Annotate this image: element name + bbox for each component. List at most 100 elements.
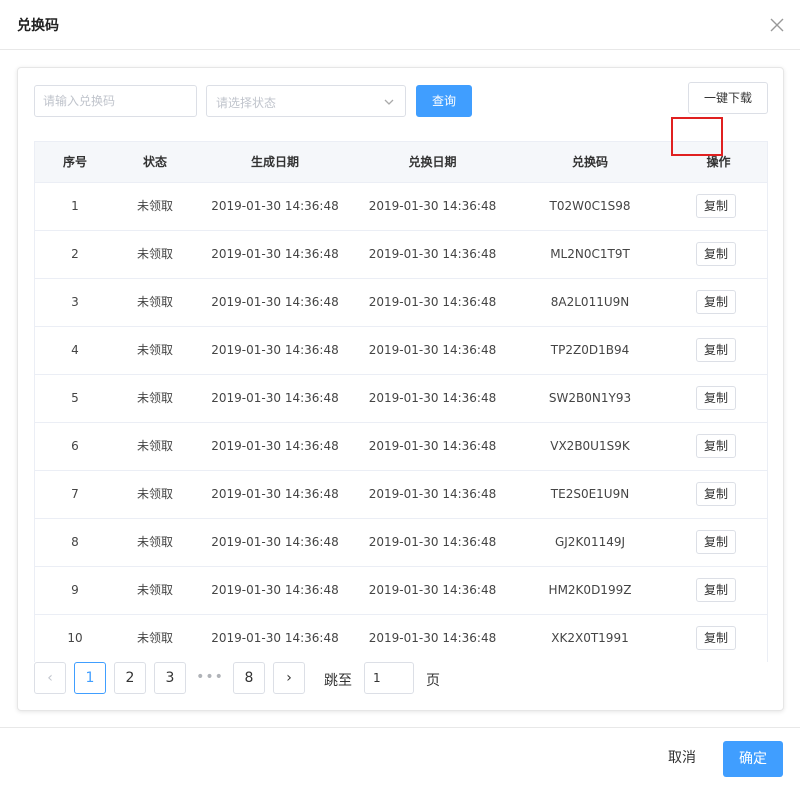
header-code: 兑换码	[571, 155, 608, 169]
row-status: 未领取	[136, 391, 173, 405]
row-code: TP2Z0D1B94	[550, 343, 630, 357]
row-redeem-date: 2019-01-30 14:36:48	[368, 535, 497, 549]
row-actions: 复制	[670, 183, 767, 230]
row-created-date: 2019-01-30 14:36:48	[211, 487, 339, 501]
header-status: 状态	[142, 155, 167, 169]
copy-button[interactable]: 复制	[696, 242, 736, 266]
row-redeem-date: 2019-01-30 14:36:48	[368, 487, 497, 501]
next-page-button[interactable]: ›	[273, 662, 305, 694]
row-index: 7	[71, 487, 79, 501]
header-created-date: 生成日期	[250, 155, 299, 169]
row-created-date: 2019-01-30 14:36:48	[211, 199, 339, 213]
close-icon[interactable]	[766, 14, 788, 36]
copy-button[interactable]: 复制	[696, 194, 736, 218]
cancel-button[interactable]: 取消	[656, 742, 708, 774]
row-status: 未领取	[136, 247, 173, 261]
copy-button[interactable]: 复制	[696, 338, 736, 362]
row-status: 未领取	[136, 631, 173, 645]
copy-button[interactable]: 复制	[696, 626, 736, 650]
row-code: GJ2K01149J	[554, 535, 626, 549]
table-row: 7 未领取 2019-01-30 14:36:48 2019-01-30 14:…	[35, 471, 767, 519]
row-status: 未领取	[136, 583, 173, 597]
row-code: T02W0C1S98	[549, 199, 631, 213]
row-index: 2	[71, 247, 79, 261]
chevron-down-icon	[383, 96, 395, 108]
table-row: 5 未领取 2019-01-30 14:36:48 2019-01-30 14:…	[35, 375, 767, 423]
table-row: 4 未领取 2019-01-30 14:36:48 2019-01-30 14:…	[35, 327, 767, 375]
dialog-footer: 取消 确定	[0, 727, 800, 790]
redeem-code-table: 序号 状态 生成日期 兑换日期 兑换码 操作 1 未领取 2019-01-30 …	[34, 141, 768, 663]
row-index: 10	[67, 631, 83, 645]
row-created-date: 2019-01-30 14:36:48	[211, 631, 339, 645]
row-code: ML2N0C1T9T	[550, 247, 630, 261]
row-index: 5	[71, 391, 79, 405]
row-status: 未领取	[136, 199, 173, 213]
row-code: SW2B0N1Y93	[548, 391, 632, 405]
query-button[interactable]: 查询	[416, 85, 472, 117]
row-redeem-date: 2019-01-30 14:36:48	[368, 583, 497, 597]
page-1-button[interactable]: 1	[74, 662, 106, 694]
row-actions: 复制	[670, 375, 767, 422]
row-index: 8	[71, 535, 79, 549]
status-select-placeholder: 请选择状态	[216, 96, 277, 110]
row-status: 未领取	[136, 343, 173, 357]
row-created-date: 2019-01-30 14:36:48	[211, 343, 339, 357]
table-row: 3 未领取 2019-01-30 14:36:48 2019-01-30 14:…	[35, 279, 767, 327]
download-all-button[interactable]: 一键下载	[688, 82, 768, 114]
page-2-button[interactable]: 2	[114, 662, 146, 694]
row-index: 6	[71, 439, 79, 453]
confirm-button[interactable]: 确定	[723, 741, 783, 777]
row-created-date: 2019-01-30 14:36:48	[211, 247, 339, 261]
row-created-date: 2019-01-30 14:36:48	[211, 583, 339, 597]
row-status: 未领取	[136, 535, 173, 549]
row-index: 9	[71, 583, 79, 597]
jump-page-input[interactable]	[364, 662, 414, 694]
copy-button[interactable]: 复制	[696, 290, 736, 314]
row-code: VX2B0U1S9K	[550, 439, 630, 453]
row-created-date: 2019-01-30 14:36:48	[211, 295, 339, 309]
row-status: 未领取	[136, 487, 173, 501]
content-card: 请选择状态 查询 一键下载 序号 状态 生成日期 兑换日期 兑换码 操作 1 未…	[17, 67, 784, 711]
row-redeem-date: 2019-01-30 14:36:48	[368, 295, 497, 309]
status-select[interactable]: 请选择状态	[206, 85, 406, 117]
row-code: XK2X0T1991	[551, 631, 629, 645]
row-status: 未领取	[136, 439, 173, 453]
row-index: 1	[71, 199, 79, 213]
dialog-title: 兑换码	[17, 18, 59, 34]
table-row: 9 未领取 2019-01-30 14:36:48 2019-01-30 14:…	[35, 567, 767, 615]
row-created-date: 2019-01-30 14:36:48	[211, 439, 339, 453]
row-actions: 复制	[670, 519, 767, 566]
row-index: 3	[71, 295, 79, 309]
row-code: 8A2L011U9N	[550, 295, 630, 309]
table-row: 10 未领取 2019-01-30 14:36:48 2019-01-30 14…	[35, 615, 767, 663]
prev-page-button[interactable]: ‹	[34, 662, 66, 694]
header-redeem-date: 兑换日期	[408, 155, 457, 169]
row-actions: 复制	[670, 327, 767, 374]
page-3-button[interactable]: 3	[154, 662, 186, 694]
row-actions: 复制	[670, 615, 767, 662]
row-status: 未领取	[136, 295, 173, 309]
jump-label: 跳至	[324, 673, 352, 689]
row-index: 4	[71, 343, 79, 357]
table-row: 6 未领取 2019-01-30 14:36:48 2019-01-30 14:…	[35, 423, 767, 471]
copy-button[interactable]: 复制	[696, 578, 736, 602]
copy-button[interactable]: 复制	[696, 530, 736, 554]
row-redeem-date: 2019-01-30 14:36:48	[368, 391, 497, 405]
redeem-code-dialog: 兑换码 请选择状态 查询 一键下载 序号 状态 生成日期 兑换日期 兑	[0, 0, 800, 790]
code-search-input[interactable]	[34, 85, 197, 117]
table-row: 2 未领取 2019-01-30 14:36:48 2019-01-30 14:…	[35, 231, 767, 279]
page-8-button[interactable]: 8	[233, 662, 265, 694]
row-actions: 复制	[670, 423, 767, 470]
header-actions: 操作	[706, 155, 731, 169]
copy-button[interactable]: 复制	[696, 386, 736, 410]
dialog-header: 兑换码	[0, 0, 800, 50]
table-row: 8 未领取 2019-01-30 14:36:48 2019-01-30 14:…	[35, 519, 767, 567]
row-redeem-date: 2019-01-30 14:36:48	[368, 247, 497, 261]
copy-button[interactable]: 复制	[696, 482, 736, 506]
row-code: TE2S0E1U9N	[550, 487, 630, 501]
pager-ellipsis[interactable]: •••	[194, 662, 226, 694]
row-redeem-date: 2019-01-30 14:36:48	[368, 199, 497, 213]
row-actions: 复制	[670, 231, 767, 278]
copy-button[interactable]: 复制	[696, 434, 736, 458]
header-index: 序号	[62, 155, 87, 169]
